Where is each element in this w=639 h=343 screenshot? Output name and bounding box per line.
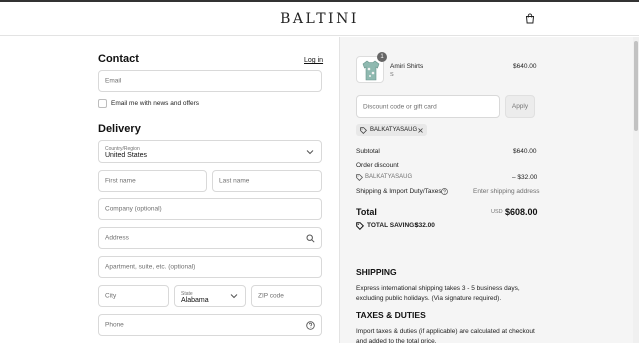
search-icon (306, 234, 315, 243)
apply-button[interactable]: Apply (505, 95, 535, 118)
company-placeholder: Company (optional) (105, 205, 162, 213)
product-price: $640.00 (513, 63, 537, 70)
country-select[interactable]: Country/Region United States (98, 140, 322, 163)
chevron-down-icon (306, 149, 314, 154)
scrollbar-thumb[interactable] (634, 41, 638, 131)
applied-code: BALKATYASAUG (370, 126, 418, 133)
city-field[interactable]: City (98, 285, 169, 307)
discount-input[interactable]: Discount code or gift card (356, 95, 500, 118)
help-icon[interactable] (306, 321, 315, 330)
shipping-text: Express international shipping takes 3 -… (356, 285, 520, 302)
shipping-heading: SHIPPING (356, 267, 397, 277)
taxes-text: Import taxes & duties (if applicable) ar… (356, 328, 535, 343)
zip-field[interactable]: ZIP code (251, 285, 322, 307)
newsletter-checkbox[interactable] (98, 99, 107, 108)
first-name-field[interactable]: First name (98, 170, 207, 192)
email-field[interactable]: Email (98, 70, 322, 92)
email-placeholder: Email (105, 77, 122, 85)
state-value: Alabama (181, 297, 209, 304)
total-value: $608.00 (505, 207, 538, 217)
first-name-placeholder: First name (105, 177, 136, 185)
city-placeholder: City (105, 292, 117, 300)
brand-logo[interactable]: BALTINI (0, 11, 639, 27)
total-label: Total (356, 207, 377, 217)
product-name: Amiri Shirts (390, 63, 424, 70)
apartment-field[interactable]: Apartment, suite, etc. (optional) (98, 256, 322, 278)
scrollbar[interactable] (633, 37, 639, 343)
chevron-down-icon (230, 294, 238, 299)
discount-code: BALKATYASAUG (365, 174, 413, 180)
last-name-field[interactable]: Last name (212, 170, 322, 192)
total-currency: USD (491, 209, 503, 215)
state-select[interactable]: State Alabama (174, 285, 246, 307)
remove-code-icon[interactable] (418, 127, 423, 133)
help-icon[interactable] (441, 188, 448, 195)
tag-icon (360, 127, 367, 134)
zip-placeholder: ZIP code (258, 292, 284, 300)
product-variant: S (390, 72, 394, 78)
newsletter-label: Email me with news and offers (111, 100, 200, 107)
order-discount-label: Order discount (356, 162, 399, 169)
savings-value: $32.00 (415, 222, 435, 229)
quantity-badge: 1 (377, 52, 387, 62)
subtotal-label: Subtotal (356, 148, 380, 155)
country-value: United States (105, 152, 148, 159)
tag-icon (356, 222, 364, 230)
discount-placeholder: Discount code or gift card (363, 103, 437, 110)
applied-discount-chip: BALKATYASAUG (356, 124, 427, 136)
site-header: BALTINI (0, 2, 639, 36)
taxes-heading: TAXES & DUTIES (356, 310, 426, 320)
login-link[interactable]: Log in (304, 57, 323, 64)
contact-heading: Contact (98, 53, 139, 65)
tag-icon (356, 174, 363, 181)
shipping-label: Shipping & Import Duty/Taxes (356, 188, 442, 195)
subtotal-value: $640.00 (513, 148, 537, 155)
company-field[interactable]: Company (optional) (98, 198, 322, 220)
savings-label: TOTAL SAVINGS (367, 222, 419, 229)
address-placeholder: Address (105, 234, 129, 242)
shopping-bag-icon[interactable] (525, 13, 535, 24)
last-name-placeholder: Last name (219, 177, 250, 185)
shirt-icon (362, 60, 380, 81)
discount-value: – $32.00 (512, 174, 538, 181)
phone-field[interactable]: Phone (98, 314, 322, 336)
phone-placeholder: Phone (105, 321, 124, 329)
delivery-heading: Delivery (98, 123, 141, 135)
apartment-placeholder: Apartment, suite, etc. (optional) (105, 263, 196, 271)
shipping-value: Enter shipping address (473, 188, 540, 195)
address-field[interactable]: Address (98, 227, 322, 249)
